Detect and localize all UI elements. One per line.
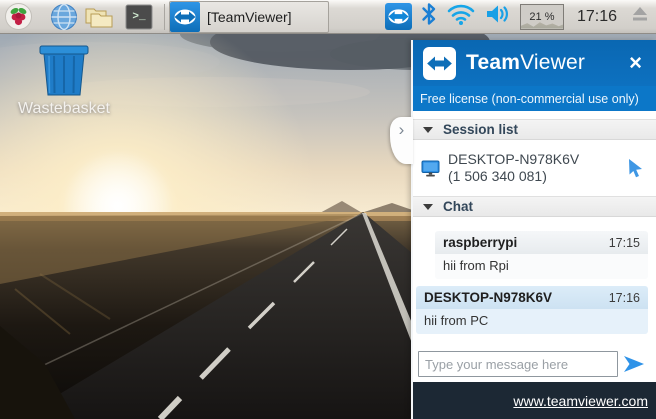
clock: 17:16: [573, 8, 621, 26]
taskbar: >_ [TeamViewer]: [0, 0, 656, 34]
chat-timestamp: 17:15: [609, 236, 640, 250]
desktop-screen: >_ [TeamViewer]: [0, 0, 656, 419]
terminal-prompt-glyph: >_: [132, 11, 145, 23]
wifi-icon[interactable]: [446, 2, 476, 31]
collapse-triangle-icon: [423, 127, 433, 133]
brand-bold: Team: [466, 51, 520, 74]
chat-label: Chat: [443, 199, 473, 214]
raspberry-icon: [5, 3, 32, 30]
chat-message-header: DESKTOP-N978K6V 17:16: [416, 286, 648, 309]
chat-sender: DESKTOP-N978K6V: [424, 290, 552, 305]
section-header-session-list[interactable]: Session list: [413, 119, 656, 140]
session-list-item[interactable]: DESKTOP-N978K6V (1 506 340 081): [413, 140, 656, 196]
license-banner: Free license (non-commercial use only): [413, 86, 656, 111]
teamviewer-logo-icon: [423, 47, 456, 80]
volume-icon[interactable]: [485, 2, 511, 31]
raspberry-menu-icon[interactable]: [3, 2, 33, 32]
brand-light: Viewer: [520, 51, 585, 74]
wastebasket-label: Wastebasket: [2, 100, 126, 118]
chat-input-row: [413, 350, 656, 382]
taskbar-separator: [164, 4, 165, 30]
wastebasket-bin-icon: [35, 44, 93, 96]
session-list-label: Session list: [443, 122, 518, 137]
terminal-icon[interactable]: >_: [124, 2, 154, 32]
brand-title: TeamViewer: [466, 51, 585, 75]
chat-message-list: raspberrypi 17:15 hii from Rpi DESKTOP-N…: [413, 217, 656, 350]
session-name: DESKTOP-N978K6V: [448, 151, 579, 168]
close-icon[interactable]: ×: [625, 53, 646, 73]
teamviewer-panel: TeamViewer × Free license (non-commercia…: [411, 40, 656, 419]
file-manager-icon[interactable]: [84, 2, 114, 32]
send-message-button[interactable]: [618, 351, 650, 377]
teamviewer-tray-icon[interactable]: [385, 3, 412, 30]
chat-message: DESKTOP-N978K6V 17:16 hii from PC: [416, 286, 648, 334]
session-info: DESKTOP-N978K6V (1 506 340 081): [448, 151, 579, 185]
section-header-chat[interactable]: Chat: [413, 196, 656, 217]
globe-icon: [50, 3, 78, 31]
teamviewer-website-link[interactable]: www.teamviewer.com: [513, 393, 648, 409]
cursor-arrow-icon: [627, 158, 644, 178]
folders-icon: [84, 4, 114, 30]
collapse-triangle-icon: [423, 204, 433, 210]
chat-timestamp: 17:16: [609, 291, 640, 305]
chat-sender: raspberrypi: [443, 235, 517, 250]
chat-message: raspberrypi 17:15 hii from Rpi: [435, 231, 648, 279]
chat-text: hii from Rpi: [435, 254, 648, 279]
web-browser-icon[interactable]: [49, 2, 79, 32]
wastebasket-desktop-icon[interactable]: Wastebasket: [2, 44, 126, 118]
monitor-icon: [421, 160, 440, 177]
cpu-usage-monitor[interactable]: 21 %: [520, 4, 564, 30]
chat-text: hii from PC: [416, 309, 648, 334]
bluetooth-icon[interactable]: [421, 2, 437, 31]
panel-spacer: [413, 111, 656, 119]
cpu-percent-label: 21 %: [529, 11, 554, 23]
chat-message-input[interactable]: [418, 351, 618, 377]
system-tray: 21 % 17:16: [385, 2, 656, 31]
teamviewer-icon: [170, 2, 200, 32]
session-id: (1 506 340 081): [448, 168, 579, 185]
chat-message-header: raspberrypi 17:15: [435, 231, 648, 254]
send-icon: [623, 354, 645, 374]
panel-footer: www.teamviewer.com: [413, 382, 656, 419]
eject-icon[interactable]: [630, 5, 650, 28]
taskbar-window-button-teamviewer[interactable]: [TeamViewer]: [169, 1, 329, 33]
panel-header: TeamViewer ×: [413, 40, 656, 86]
window-button-label: [TeamViewer]: [207, 9, 292, 25]
chevron-right-icon: ›: [399, 120, 405, 139]
